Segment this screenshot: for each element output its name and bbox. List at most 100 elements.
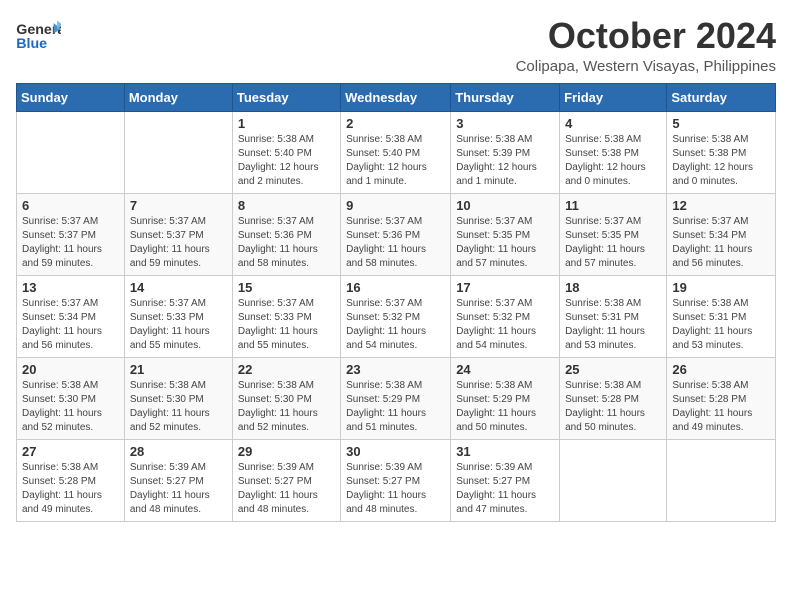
title-block: October 2024 Colipapa, Western Visayas, … (516, 16, 776, 75)
calendar-table: SundayMondayTuesdayWednesdayThursdayFrid… (16, 83, 776, 522)
day-info: Sunrise: 5:37 AMSunset: 5:37 PMDaylight:… (22, 215, 119, 271)
day-info: Sunrise: 5:37 AMSunset: 5:35 PMDaylight:… (565, 215, 661, 271)
day-number: 22 (238, 362, 335, 377)
day-number: 24 (456, 362, 554, 377)
month-title: October 2024 (516, 16, 776, 56)
calendar-week-row: 20 Sunrise: 5:38 AMSunset: 5:30 PMDayligh… (17, 357, 776, 439)
calendar-day-cell: 7Sunrise: 5:37 AMSunset: 5:37 PMDaylight… (124, 193, 232, 275)
day-info: Sunrise: 5:38 AMSunset: 5:30 PMDaylight:… (22, 379, 119, 435)
day-number: 8 (238, 198, 335, 213)
day-info: Sunrise: 5:38 AMSunset: 5:39 PMDaylight:… (456, 133, 554, 189)
day-number: 6 (22, 198, 119, 213)
day-info: Sunrise: 5:38 AMSunset: 5:28 PMDaylight:… (565, 379, 661, 435)
day-number: 18 (565, 280, 661, 295)
calendar-day-cell: 30 Sunrise: 5:39 AMSunset: 5:27 PMDayligh… (341, 439, 451, 521)
page-header: General Blue October 2024 Colipapa, West… (16, 16, 776, 75)
calendar-day-cell: 23 Sunrise: 5:38 AMSunset: 5:29 PMDayligh… (341, 357, 451, 439)
day-info: Sunrise: 5:38 AMSunset: 5:28 PMDaylight:… (22, 461, 119, 517)
day-info: Sunrise: 5:37 AMSunset: 5:34 PMDaylight:… (22, 297, 119, 353)
calendar-day-cell: 21Sunrise: 5:38 AMSunset: 5:30 PMDayligh… (124, 357, 232, 439)
day-info: Sunrise: 5:38 AMSunset: 5:30 PMDaylight:… (130, 379, 227, 435)
day-number: 5 (672, 116, 770, 131)
calendar-day-cell: 10 Sunrise: 5:37 AMSunset: 5:35 PMDayligh… (451, 193, 560, 275)
day-number: 14 (130, 280, 227, 295)
day-info: Sunrise: 5:38 AMSunset: 5:31 PMDaylight:… (672, 297, 770, 353)
day-info: Sunrise: 5:38 AMSunset: 5:40 PMDaylight:… (238, 133, 335, 189)
day-number: 31 (456, 444, 554, 459)
day-info: Sunrise: 5:39 AMSunset: 5:27 PMDaylight:… (238, 461, 335, 517)
day-number: 7 (130, 198, 227, 213)
day-info: Sunrise: 5:39 AMSunset: 5:27 PMDaylight:… (346, 461, 445, 517)
day-number: 25 (565, 362, 661, 377)
logo-icon: General Blue (16, 16, 61, 56)
day-info: Sunrise: 5:37 AMSunset: 5:32 PMDaylight:… (456, 297, 554, 353)
day-number: 16 (346, 280, 445, 295)
calendar-day-cell: 20 Sunrise: 5:38 AMSunset: 5:30 PMDayligh… (17, 357, 125, 439)
day-number: 9 (346, 198, 445, 213)
day-number: 17 (456, 280, 554, 295)
logo: General Blue (16, 16, 61, 56)
day-info: Sunrise: 5:38 AMSunset: 5:38 PMDaylight:… (672, 133, 770, 189)
day-number: 20 (22, 362, 119, 377)
day-number: 15 (238, 280, 335, 295)
calendar-day-cell: 5 Sunrise: 5:38 AMSunset: 5:38 PMDaylight… (667, 111, 776, 193)
calendar-day-cell (667, 439, 776, 521)
day-info: Sunrise: 5:38 AMSunset: 5:28 PMDaylight:… (672, 379, 770, 435)
weekday-header: Saturday (667, 83, 776, 111)
day-number: 28 (130, 444, 227, 459)
day-number: 2 (346, 116, 445, 131)
day-info: Sunrise: 5:37 AMSunset: 5:34 PMDaylight:… (672, 215, 770, 271)
day-info: Sunrise: 5:38 AMSunset: 5:38 PMDaylight:… (565, 133, 661, 189)
calendar-day-cell: 27Sunrise: 5:38 AMSunset: 5:28 PMDayligh… (17, 439, 125, 521)
weekday-header-row: SundayMondayTuesdayWednesdayThursdayFrid… (17, 83, 776, 111)
calendar-day-cell: 25 Sunrise: 5:38 AMSunset: 5:28 PMDayligh… (560, 357, 667, 439)
day-number: 23 (346, 362, 445, 377)
day-number: 4 (565, 116, 661, 131)
weekday-header: Friday (560, 83, 667, 111)
day-number: 12 (672, 198, 770, 213)
calendar-week-row: 27Sunrise: 5:38 AMSunset: 5:28 PMDayligh… (17, 439, 776, 521)
calendar-day-cell: 8 Sunrise: 5:37 AMSunset: 5:36 PMDaylight… (232, 193, 340, 275)
weekday-header: Sunday (17, 83, 125, 111)
calendar-day-cell: 31 Sunrise: 5:39 AMSunset: 5:27 PMDayligh… (451, 439, 560, 521)
calendar-day-cell: 13 Sunrise: 5:37 AMSunset: 5:34 PMDayligh… (17, 275, 125, 357)
calendar-day-cell: 14 Sunrise: 5:37 AMSunset: 5:33 PMDayligh… (124, 275, 232, 357)
calendar-day-cell: 18 Sunrise: 5:38 AMSunset: 5:31 PMDayligh… (560, 275, 667, 357)
day-info: Sunrise: 5:37 AMSunset: 5:36 PMDaylight:… (238, 215, 335, 271)
day-number: 3 (456, 116, 554, 131)
day-info: Sunrise: 5:37 AMSunset: 5:35 PMDaylight:… (456, 215, 554, 271)
day-info: Sunrise: 5:37 AMSunset: 5:33 PMDaylight:… (238, 297, 335, 353)
day-info: Sunrise: 5:38 AMSunset: 5:29 PMDaylight:… (456, 379, 554, 435)
calendar-day-cell: 11Sunrise: 5:37 AMSunset: 5:35 PMDayligh… (560, 193, 667, 275)
calendar-day-cell: 15 Sunrise: 5:37 AMSunset: 5:33 PMDayligh… (232, 275, 340, 357)
day-info: Sunrise: 5:39 AMSunset: 5:27 PMDaylight:… (456, 461, 554, 517)
day-number: 13 (22, 280, 119, 295)
day-info: Sunrise: 5:38 AMSunset: 5:29 PMDaylight:… (346, 379, 445, 435)
weekday-header: Thursday (451, 83, 560, 111)
day-info: Sunrise: 5:38 AMSunset: 5:31 PMDaylight:… (565, 297, 661, 353)
day-number: 10 (456, 198, 554, 213)
calendar-day-cell: 9Sunrise: 5:37 AMSunset: 5:36 PMDaylight… (341, 193, 451, 275)
day-info: Sunrise: 5:39 AMSunset: 5:27 PMDaylight:… (130, 461, 227, 517)
day-info: Sunrise: 5:37 AMSunset: 5:33 PMDaylight:… (130, 297, 227, 353)
calendar-day-cell: 17 Sunrise: 5:37 AMSunset: 5:32 PMDayligh… (451, 275, 560, 357)
calendar-week-row: 1 Sunrise: 5:38 AMSunset: 5:40 PMDaylight… (17, 111, 776, 193)
calendar-day-cell (124, 111, 232, 193)
calendar-day-cell: 29Sunrise: 5:39 AMSunset: 5:27 PMDayligh… (232, 439, 340, 521)
calendar-day-cell: 16Sunrise: 5:37 AMSunset: 5:32 PMDayligh… (341, 275, 451, 357)
calendar-day-cell: 6 Sunrise: 5:37 AMSunset: 5:37 PMDaylight… (17, 193, 125, 275)
day-info: Sunrise: 5:38 AMSunset: 5:40 PMDaylight:… (346, 133, 445, 189)
calendar-day-cell (17, 111, 125, 193)
calendar-day-cell: 19Sunrise: 5:38 AMSunset: 5:31 PMDayligh… (667, 275, 776, 357)
weekday-header: Wednesday (341, 83, 451, 111)
day-number: 30 (346, 444, 445, 459)
weekday-header: Tuesday (232, 83, 340, 111)
calendar-week-row: 6 Sunrise: 5:37 AMSunset: 5:37 PMDaylight… (17, 193, 776, 275)
day-number: 1 (238, 116, 335, 131)
calendar-day-cell: 24 Sunrise: 5:38 AMSunset: 5:29 PMDayligh… (451, 357, 560, 439)
calendar-day-cell: 12 Sunrise: 5:37 AMSunset: 5:34 PMDayligh… (667, 193, 776, 275)
calendar-day-cell: 22Sunrise: 5:38 AMSunset: 5:30 PMDayligh… (232, 357, 340, 439)
calendar-day-cell: 1 Sunrise: 5:38 AMSunset: 5:40 PMDaylight… (232, 111, 340, 193)
calendar-day-cell: 2 Sunrise: 5:38 AMSunset: 5:40 PMDaylight… (341, 111, 451, 193)
day-number: 26 (672, 362, 770, 377)
